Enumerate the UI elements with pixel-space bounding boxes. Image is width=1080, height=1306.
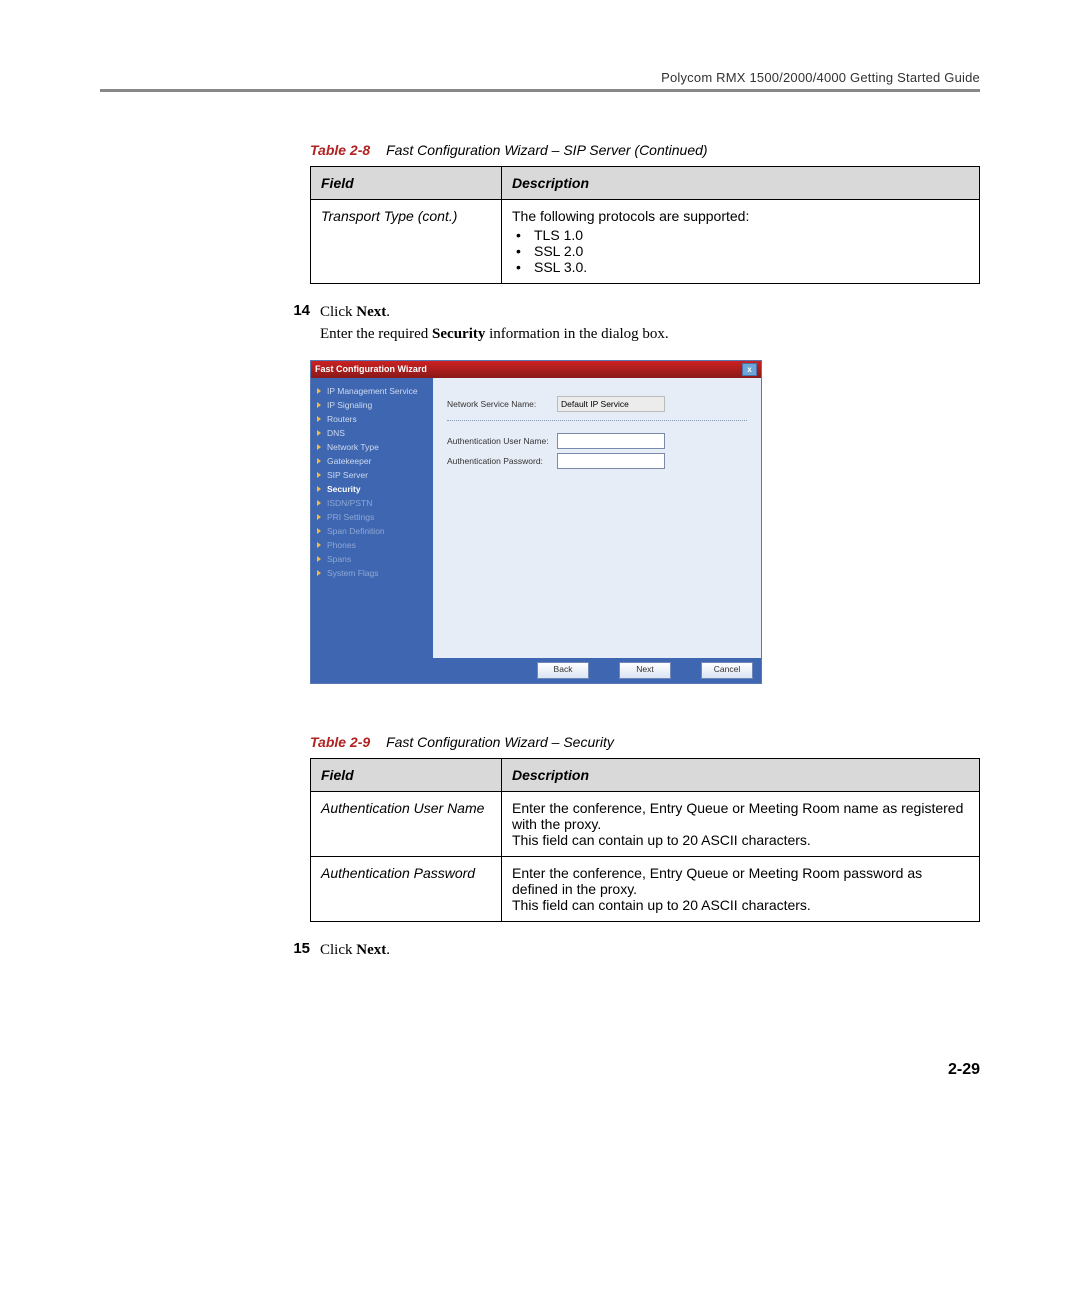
- list-item: SSL 3.0.: [534, 259, 587, 275]
- next-button[interactable]: Next: [619, 662, 671, 679]
- auth-password-field[interactable]: [557, 453, 665, 469]
- page-number: 2-29: [100, 1061, 980, 1079]
- table-caption-text: Fast Configuration Wizard – SIP Server (…: [386, 142, 708, 158]
- step-body: Click Next. Enter the required Security …: [320, 302, 669, 346]
- nav-spans[interactable]: Spans: [317, 552, 427, 566]
- step-text: .: [386, 942, 390, 958]
- step-bold: Next: [356, 304, 386, 320]
- service-name-field: [557, 396, 665, 412]
- cell-description: Enter the conference, Entry Queue or Mee…: [502, 856, 980, 921]
- cell-field: Transport Type (cont.): [311, 200, 502, 284]
- step-number: 15: [274, 940, 320, 962]
- label-auth-user: Authentication User Name:: [447, 436, 557, 446]
- table-2-9: Field Description Authentication User Na…: [310, 758, 980, 922]
- nav-network-type[interactable]: Network Type: [317, 440, 427, 454]
- label-service-name: Network Service Name:: [447, 399, 557, 409]
- nav-ip-signaling[interactable]: IP Signaling: [317, 398, 427, 412]
- step-text: Click: [320, 942, 356, 958]
- dialog-title: Fast Configuration Wizard: [315, 364, 427, 374]
- step-bold: Security: [432, 326, 485, 342]
- table-number: Table 2-8: [310, 142, 382, 158]
- table-caption-text: Fast Configuration Wizard – Security: [386, 734, 614, 750]
- nav-pri-settings[interactable]: PRI Settings: [317, 510, 427, 524]
- label-auth-password: Authentication Password:: [447, 456, 557, 466]
- cell-description: Enter the conference, Entry Queue or Mee…: [502, 791, 980, 856]
- col-description: Description: [502, 758, 980, 791]
- dialog-titlebar: Fast Configuration Wizard x: [311, 361, 761, 378]
- table-number: Table 2-9: [310, 734, 382, 750]
- nav-system-flags[interactable]: System Flags: [317, 566, 427, 580]
- nav-isdn-pstn[interactable]: ISDN/PSTN: [317, 496, 427, 510]
- bullet-icon: •: [516, 227, 534, 243]
- dialog-main: Network Service Name: Authentication Use…: [433, 378, 761, 658]
- back-button[interactable]: Back: [537, 662, 589, 679]
- col-field: Field: [311, 758, 502, 791]
- nav-routers[interactable]: Routers: [317, 412, 427, 426]
- wizard-nav: IP Management Service IP Signaling Route…: [311, 378, 433, 658]
- step-14: 14 Click Next. Enter the required Securi…: [274, 302, 980, 346]
- wizard-dialog: Fast Configuration Wizard x IP Managemen…: [310, 360, 762, 684]
- nav-dns[interactable]: DNS: [317, 426, 427, 440]
- step-text: information in the dialog box.: [485, 326, 668, 342]
- cell-description: The following protocols are supported: •…: [502, 200, 980, 284]
- col-description: Description: [502, 167, 980, 200]
- doc-header: Polycom RMX 1500/2000/4000 Getting Start…: [100, 70, 980, 85]
- list-item: TLS 1.0: [534, 227, 583, 243]
- auth-user-field[interactable]: [557, 433, 665, 449]
- header-rule: [100, 89, 980, 92]
- step-15: 15 Click Next.: [274, 940, 980, 962]
- cell-field: Authentication Password: [311, 856, 502, 921]
- protocol-list: •TLS 1.0 •SSL 2.0 •SSL 3.0.: [516, 227, 969, 275]
- cell-field: Authentication User Name: [311, 791, 502, 856]
- step-body: Click Next.: [320, 940, 390, 962]
- nav-span-definition[interactable]: Span Definition: [317, 524, 427, 538]
- step-text: Enter the required: [320, 326, 432, 342]
- table-2-9-caption: Table 2-9 Fast Configuration Wizard – Se…: [310, 734, 980, 750]
- cancel-button[interactable]: Cancel: [701, 662, 753, 679]
- nav-ip-management[interactable]: IP Management Service: [317, 384, 427, 398]
- nav-security[interactable]: Security: [317, 482, 427, 496]
- col-field: Field: [311, 167, 502, 200]
- bullet-icon: •: [516, 259, 534, 275]
- step-number: 14: [274, 302, 320, 346]
- divider: [447, 420, 747, 421]
- table-row: Authentication User Name Enter the confe…: [311, 791, 980, 856]
- close-icon[interactable]: x: [742, 363, 757, 376]
- nav-gatekeeper[interactable]: Gatekeeper: [317, 454, 427, 468]
- nav-sip-server[interactable]: SIP Server: [317, 468, 427, 482]
- list-item: SSL 2.0: [534, 243, 583, 259]
- table-2-8: Field Description Transport Type (cont.)…: [310, 166, 980, 284]
- bullet-icon: •: [516, 243, 534, 259]
- desc-intro: The following protocols are supported:: [512, 208, 749, 224]
- step-text: Click: [320, 304, 356, 320]
- table-row: Authentication Password Enter the confer…: [311, 856, 980, 921]
- step-text: .: [386, 304, 390, 320]
- table-2-8-caption: Table 2-8 Fast Configuration Wizard – SI…: [310, 142, 980, 158]
- dialog-buttonbar: Back Next Cancel: [311, 658, 761, 683]
- nav-phones[interactable]: Phones: [317, 538, 427, 552]
- step-bold: Next: [356, 942, 386, 958]
